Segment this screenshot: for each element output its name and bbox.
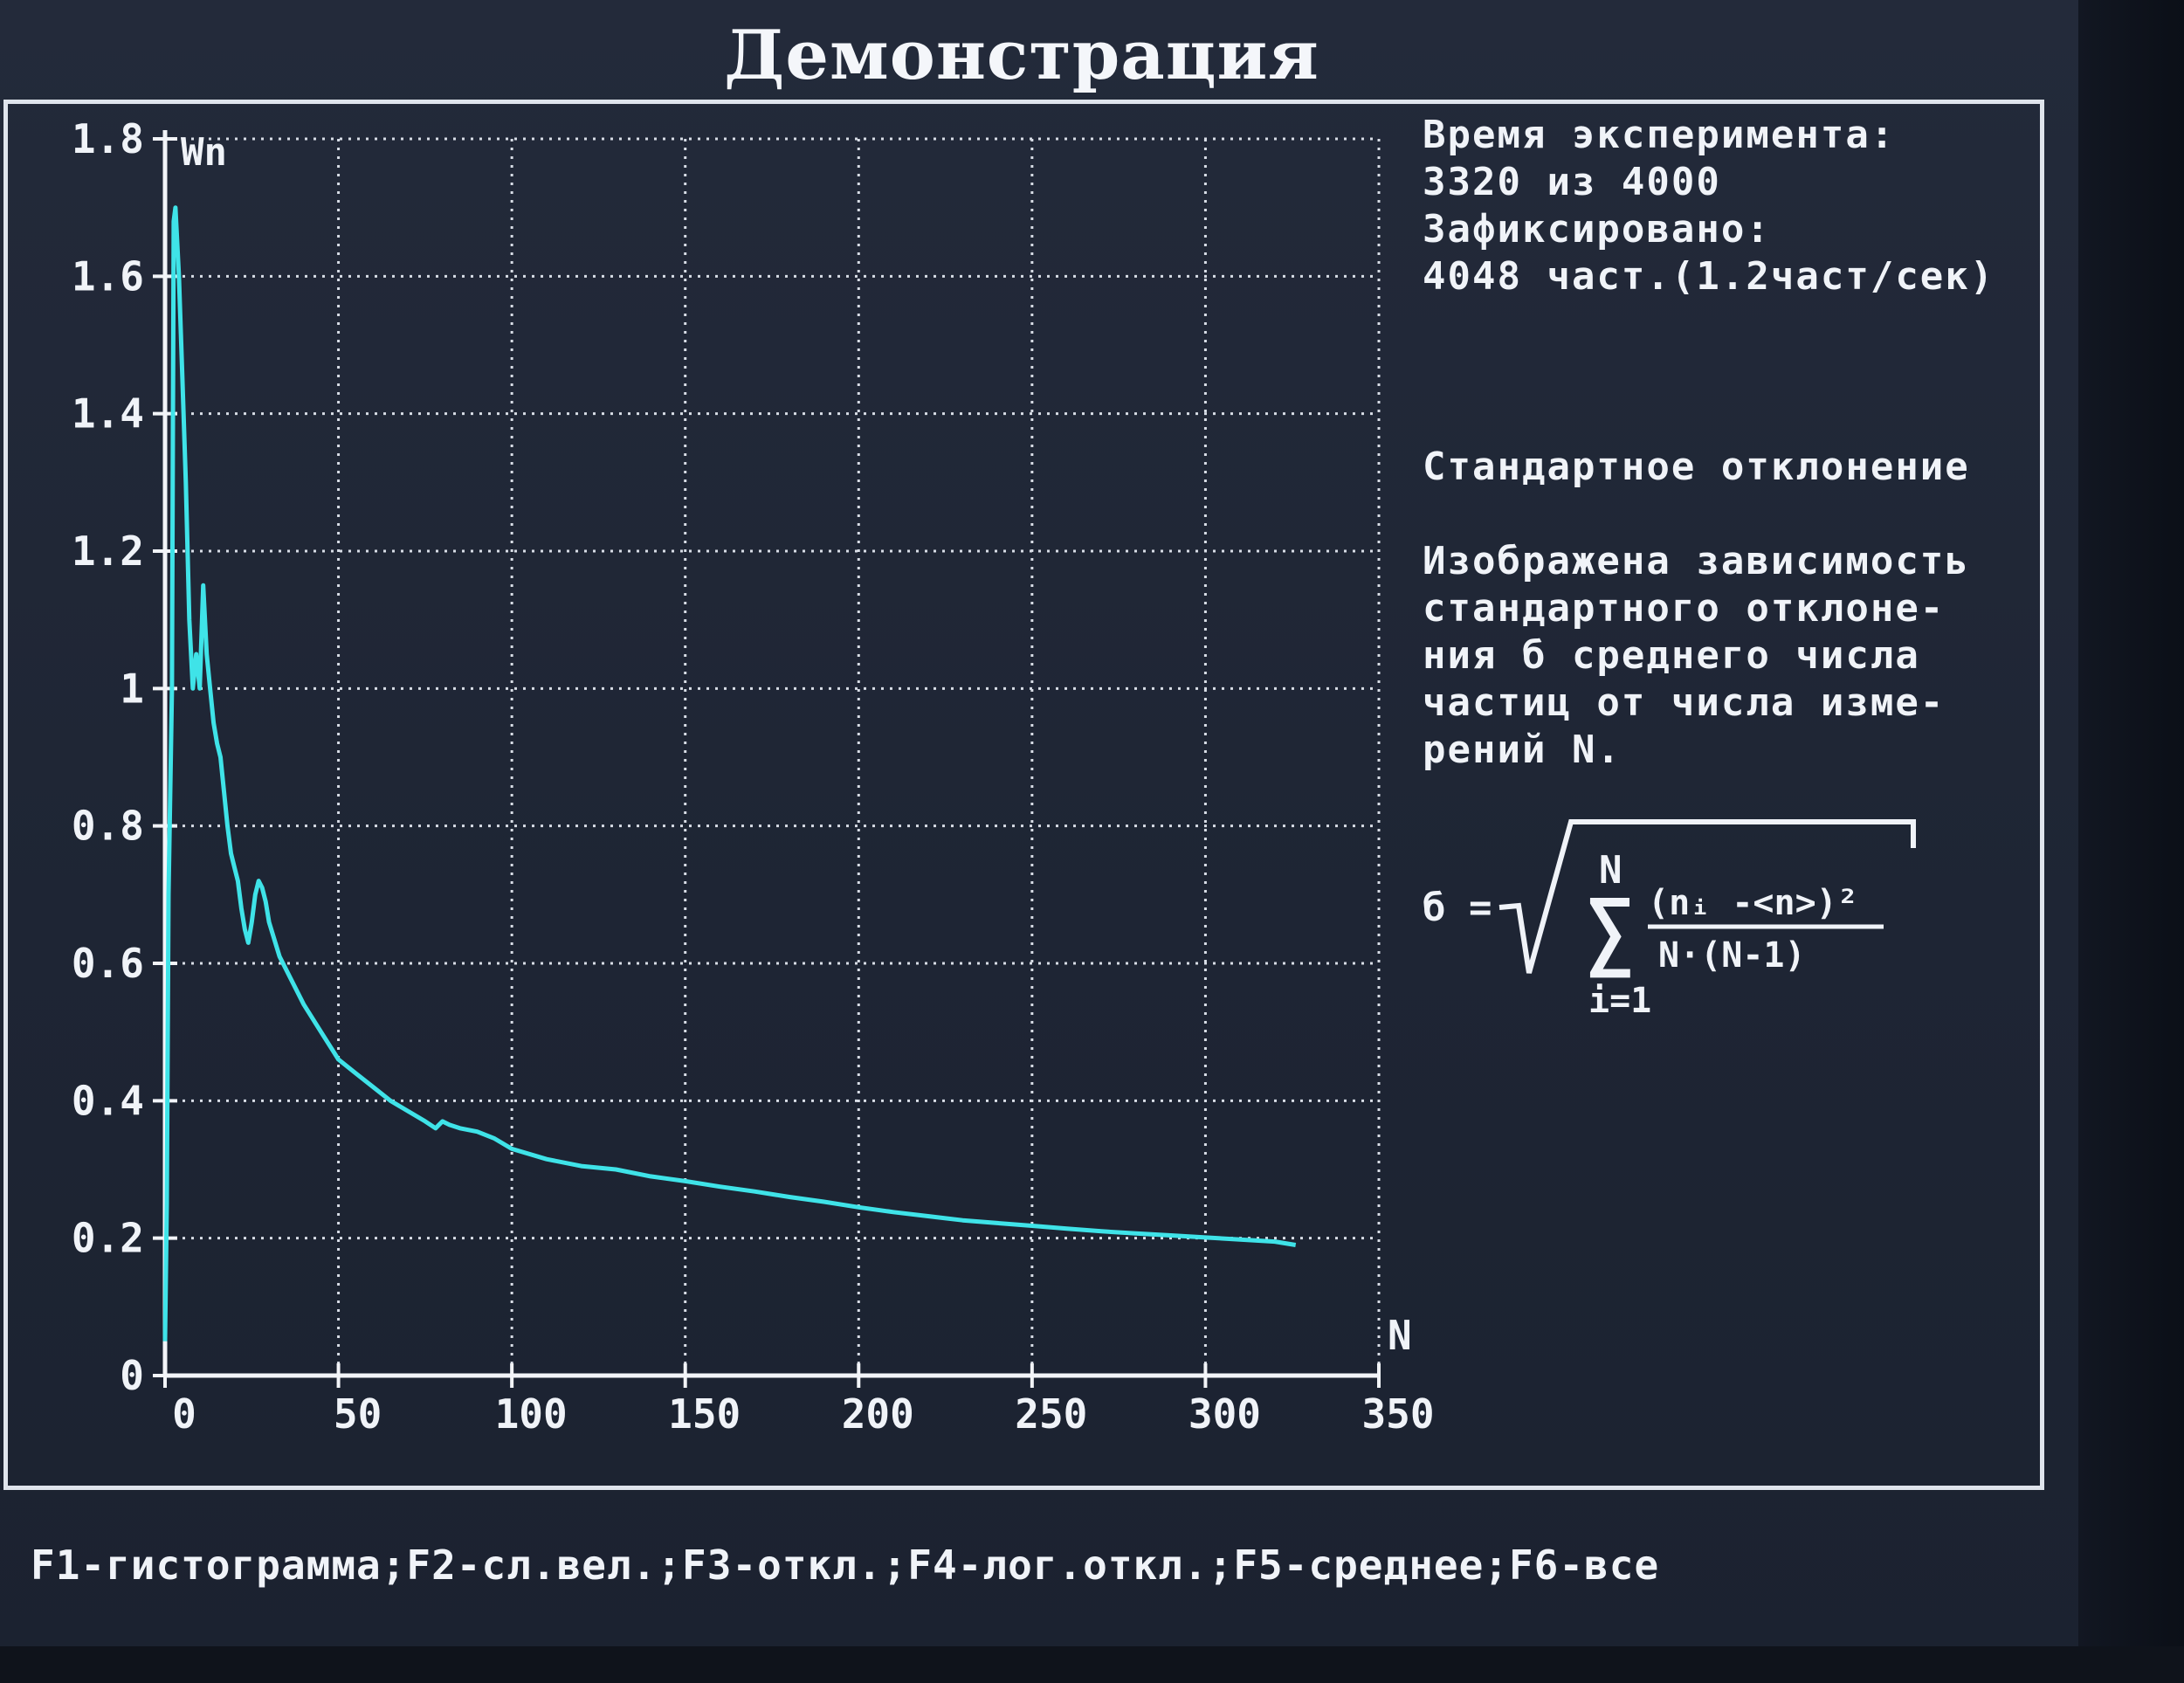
mode-title: Стандартное отклонение <box>1423 445 1970 489</box>
x-tick-label: 200 <box>842 1390 914 1438</box>
fixed-label: Зафиксировано: <box>1423 207 1771 252</box>
y-axis-label: Wn <box>181 130 227 175</box>
deviation-series-line <box>162 205 1297 1342</box>
y-tick-label: 0 <box>120 1352 144 1399</box>
y-tick-label: 0.6 <box>72 940 144 987</box>
chart-grid <box>165 137 1381 1376</box>
description-line: стандартного отклоне- <box>1423 586 1946 631</box>
fixed-value: 4048 част.(1.2част/сек) <box>1423 254 1995 299</box>
formula-denominator: N·(N-1) <box>1658 935 1806 976</box>
y-tick-label: 0.8 <box>72 803 144 850</box>
sum-lower-limit: i=1 <box>1588 981 1651 1021</box>
std-deviation-chart: Wn N 0 50 100 150 200 250 300 350 0 0.2 0.4 0.6 0.8 1 1… <box>72 115 1435 1438</box>
formula-lhs: б = <box>1423 886 1492 930</box>
experiment-time-label: Время эксперимента: <box>1423 113 1896 157</box>
sum-symbol: ∑ <box>1585 882 1636 980</box>
experiment-time-value: 3320 из 4000 <box>1423 160 1721 204</box>
x-tick-label: 100 <box>495 1390 568 1438</box>
y-tick-label: 0.2 <box>72 1215 144 1262</box>
x-axis-label: N <box>1388 1312 1412 1359</box>
x-tick-label: 350 <box>1361 1390 1434 1438</box>
x-tick-label: 300 <box>1188 1390 1261 1438</box>
description-line: ния б среднего числа <box>1423 633 1920 678</box>
chart-axes: Wn N <box>162 130 1412 1378</box>
formula-numerator: (nᵢ -<n>)² <box>1648 883 1858 923</box>
x-tick-label: 150 <box>668 1390 741 1438</box>
x-tick-label: 0 <box>172 1390 196 1438</box>
y-tick-label: 1.2 <box>72 528 144 575</box>
x-tick-label: 50 <box>334 1390 382 1438</box>
function-keys-bar: F1-гистограмма;F2-сл.вел.;F3-откл.;F4-ло… <box>31 1542 1660 1589</box>
y-tick-label: 0.4 <box>72 1077 144 1124</box>
x-tick-label: 250 <box>1015 1390 1087 1438</box>
y-tick-label: 1.6 <box>72 252 144 300</box>
description-line: рений N. <box>1423 728 1622 772</box>
app-title: Демонстрация <box>724 16 1319 95</box>
description-line: частиц от числа изме- <box>1423 680 1946 725</box>
main-frame: Wn N 0 50 100 150 200 250 300 350 0 0.2 0.4 0.6 0.8 1 1… <box>3 100 2044 1589</box>
y-tick-label: 1 <box>120 665 144 712</box>
y-tick-label: 1.8 <box>72 115 144 162</box>
y-tick-label: 1.4 <box>72 390 144 438</box>
monitor-bezel-bottom <box>0 1646 2184 1683</box>
monitor-bezel-right <box>2078 0 2184 1683</box>
std-deviation-formula: б = N ∑ i=1 (nᵢ -<n>)² N·(N-1) <box>1423 819 1916 1021</box>
description-line: Изображена зависимость <box>1423 539 1970 583</box>
